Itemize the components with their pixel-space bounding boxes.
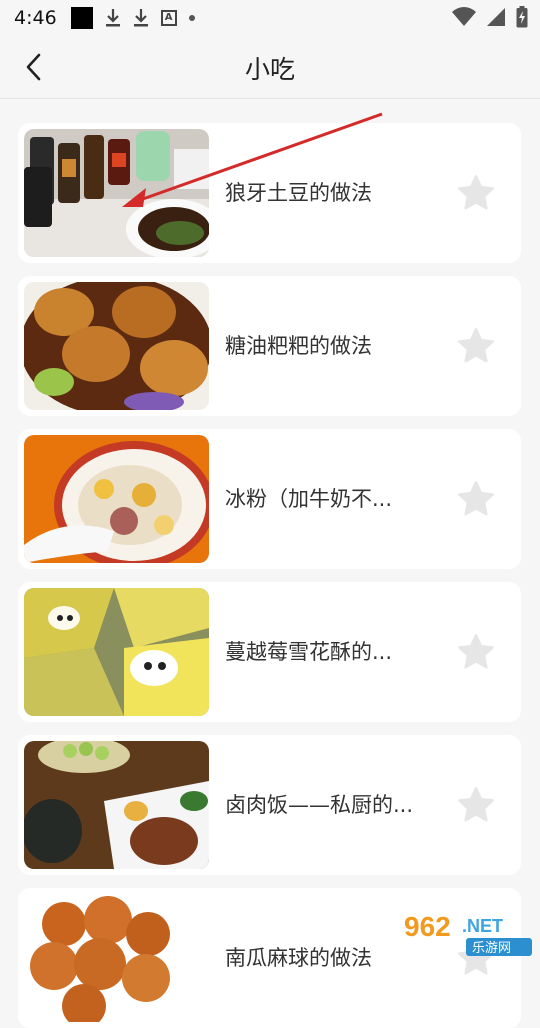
svg-text:962: 962 — [404, 911, 451, 942]
battery-icon — [516, 6, 528, 28]
download-icon-2 — [133, 8, 149, 28]
page-title: 小吃 — [244, 55, 295, 84]
recipe-title: 南瓜麻球的做法 — [225, 946, 372, 970]
favorite-star-icon[interactable] — [455, 173, 497, 213]
recipe-thumbnail — [24, 741, 209, 869]
app-header: 小吃 — [0, 36, 540, 99]
recipe-title: 卤肉饭——私厨的... — [225, 793, 414, 817]
recipe-thumbnail — [24, 894, 209, 1022]
recipe-card[interactable]: 糖油粑粑的做法 — [18, 276, 521, 416]
recipe-thumbnail — [24, 435, 209, 563]
recipe-card[interactable]: 冰粉（加牛奶不... — [18, 429, 521, 569]
recipe-title: 糖油粑粑的做法 — [225, 334, 372, 358]
recipe-title: 冰粉（加牛奶不... — [225, 487, 393, 511]
more-notifications-icon — [188, 15, 195, 21]
recipe-thumbnail — [24, 282, 209, 410]
recipe-card[interactable]: 狼牙土豆的做法 — [18, 123, 521, 263]
download-icon — [105, 8, 121, 28]
recipe-card[interactable]: 卤肉饭——私厨的... — [18, 735, 521, 875]
favorite-star-icon[interactable] — [455, 326, 497, 366]
svg-text:.NET: .NET — [462, 916, 503, 936]
recipe-title: 狼牙土豆的做法 — [225, 181, 372, 205]
app-notification-icon — [70, 7, 93, 29]
svg-text:乐游网: 乐游网 — [472, 941, 511, 956]
favorite-star-icon[interactable] — [455, 785, 497, 825]
favorite-star-icon[interactable] — [455, 479, 497, 519]
wifi-icon — [452, 7, 476, 27]
signal-icon — [487, 8, 505, 26]
status-bar: 4:46 A — [0, 0, 540, 36]
recipe-title: 蔓越莓雪花酥的... — [225, 640, 393, 664]
status-time: 4:46 — [14, 7, 57, 29]
recipe-thumbnail — [24, 129, 209, 257]
favorite-star-icon[interactable] — [455, 632, 497, 672]
a-notification-icon: A — [160, 10, 177, 26]
site-watermark-logo: 962 .NET 乐游网 — [404, 911, 532, 956]
recipe-card[interactable]: 蔓越莓雪花酥的... — [18, 582, 521, 722]
recipe-thumbnail — [24, 588, 209, 716]
